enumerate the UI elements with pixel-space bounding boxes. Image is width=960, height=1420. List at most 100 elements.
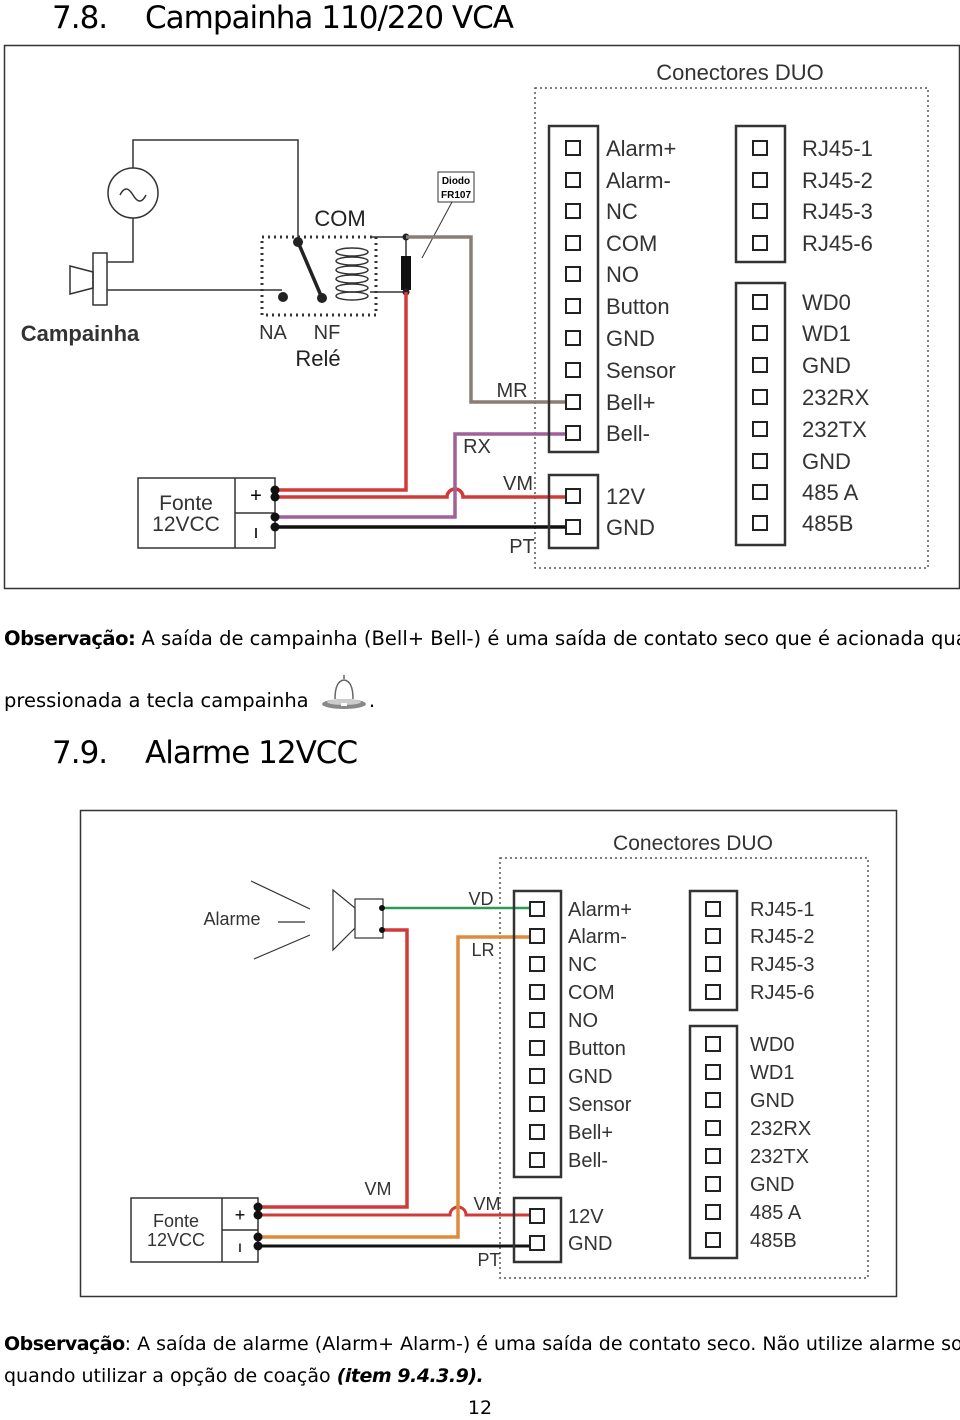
terminal-label: Alarm- xyxy=(606,168,671,193)
terminal-pin xyxy=(705,901,721,917)
terminal-pin xyxy=(752,389,768,405)
terminal-label: GND xyxy=(802,353,851,378)
note-1-line-2: pressionada a tecla campainha . xyxy=(4,673,952,713)
wire-vm-label: VM xyxy=(474,1194,501,1214)
note-2-line-1: Observação: A saída de alarme (Alarm+ Al… xyxy=(4,1333,960,1355)
terminal-label: RJ45-6 xyxy=(750,982,814,1004)
terminal-pin xyxy=(529,901,545,917)
note-1-line-1: Observação: A saída de campainha (Bell+ … xyxy=(4,627,960,650)
ac-source-icon xyxy=(107,167,159,219)
terminal-label: COM xyxy=(568,982,615,1004)
terminal-pin xyxy=(705,1036,721,1052)
terminal-label: RJ45-2 xyxy=(750,926,814,948)
psu-voltage: 12VCC xyxy=(147,1230,205,1250)
terminal-label: Sensor xyxy=(568,1094,632,1116)
terminal-pin xyxy=(529,1096,545,1112)
terminal-label: RJ45-1 xyxy=(802,136,873,161)
terminal-pin xyxy=(705,1204,721,1220)
terminal-label: 485B xyxy=(802,511,853,536)
terminal-pin xyxy=(705,1092,721,1108)
terminal-label: NC xyxy=(606,199,638,224)
wire-pt-label: PT xyxy=(477,1250,500,1270)
terminal-pin xyxy=(565,266,581,282)
alarm-label: Alarme xyxy=(203,909,260,929)
terminal-label: GND xyxy=(568,1066,612,1088)
psu-minus: ı xyxy=(238,1239,242,1256)
terminal-label: Bell- xyxy=(606,421,650,446)
terminal-pin xyxy=(705,1120,721,1136)
connector-block-b: 12V GND xyxy=(547,473,655,550)
terminal-label: Alarm- xyxy=(568,926,627,948)
wire-vm-relay xyxy=(275,292,408,492)
terminal-pin xyxy=(529,928,545,944)
terminal-pin xyxy=(565,519,581,535)
terminal-label: NO xyxy=(568,1010,598,1032)
psu-plus: + xyxy=(235,1205,246,1225)
psu-plus: + xyxy=(250,485,262,507)
psu-label: Fonte xyxy=(153,1211,199,1231)
terminal-pin xyxy=(752,421,768,437)
diode-model: FR107 xyxy=(441,190,471,201)
terminal-label: RJ45-3 xyxy=(750,954,814,976)
wire-pt-label: PT xyxy=(509,536,535,558)
note-label: Observação: xyxy=(4,627,136,650)
note-label: Observação xyxy=(4,1333,125,1355)
terminal-label: RJ45-3 xyxy=(802,199,873,224)
terminal-label: NO xyxy=(606,262,639,287)
relay-com-label: COM xyxy=(314,206,365,231)
terminal-pin xyxy=(752,357,768,373)
relay-coil-icon xyxy=(335,247,369,301)
terminal-label: 232RX xyxy=(802,385,870,410)
connector-housing xyxy=(734,281,787,547)
terminal-pin xyxy=(705,1148,721,1164)
terminal-pin xyxy=(705,1232,721,1248)
terminal-label: NC xyxy=(568,954,597,976)
terminal-label: 485 A xyxy=(802,480,859,505)
terminal-pin xyxy=(529,1152,545,1168)
terminal-label: 12V xyxy=(606,484,645,509)
terminal-pin xyxy=(752,453,768,469)
terminal-pin xyxy=(752,235,768,251)
terminal-pin xyxy=(705,928,721,944)
note-text: pressionada a tecla campainha xyxy=(4,689,309,712)
terminal-label: RJ45-1 xyxy=(750,899,814,921)
terminal-pin xyxy=(705,956,721,972)
terminal-pin xyxy=(565,362,581,378)
connector-housing xyxy=(547,473,600,550)
bell-icon xyxy=(321,675,366,709)
terminal-label: GND xyxy=(750,1174,794,1196)
psu-voltage: 12VCC xyxy=(152,513,220,536)
terminal-pin xyxy=(565,298,581,314)
terminal-pin xyxy=(752,294,768,310)
diagram-alarme: Conectores DUO Alarme Fonte 12VCC + ı VD… xyxy=(79,809,898,1298)
wire-vd-label: VD xyxy=(468,889,493,909)
terminal-pin xyxy=(529,1235,545,1251)
terminal-label: Button xyxy=(568,1038,626,1060)
terminal-pin xyxy=(529,1068,545,1084)
terminal-label: COM xyxy=(606,231,657,256)
terminal-pin xyxy=(529,1124,545,1140)
diode-label: Diodo xyxy=(442,176,470,187)
terminal-pin xyxy=(565,172,581,188)
terminal-pin xyxy=(752,140,768,156)
connector-block-a: Alarm+ Alarm- NC COM NO Button GND Sensor Bell+ B… xyxy=(512,889,632,1179)
section-title: Alarme 12VCC xyxy=(145,735,358,771)
terminal-pin xyxy=(705,984,721,1000)
connector-block-d: WD0 WD1 GND 232RX 232TX GND 485 A 485B xyxy=(734,281,870,547)
terminal-pin xyxy=(752,203,768,219)
psu-minus: ı xyxy=(253,522,258,542)
terminal-pin xyxy=(752,515,768,531)
terminal-pin xyxy=(752,172,768,188)
terminal-pin xyxy=(752,484,768,500)
connectors-title: Conectores DUO xyxy=(656,60,824,85)
wire-vm-alarm xyxy=(258,928,409,1209)
terminal-label: 232TX xyxy=(802,417,867,442)
terminal-pin xyxy=(705,1064,721,1080)
item-reference[interactable]: (item 9.4.3.9). xyxy=(337,1365,484,1387)
terminal-label: Alarm+ xyxy=(606,136,676,161)
note-text: quando utilizar a opção de coação xyxy=(4,1365,331,1387)
relay-label: Relé xyxy=(295,346,340,371)
wire-vm-label: VM xyxy=(503,473,533,495)
terminal-label: WD0 xyxy=(802,290,851,315)
terminal-label: GND xyxy=(750,1090,794,1112)
